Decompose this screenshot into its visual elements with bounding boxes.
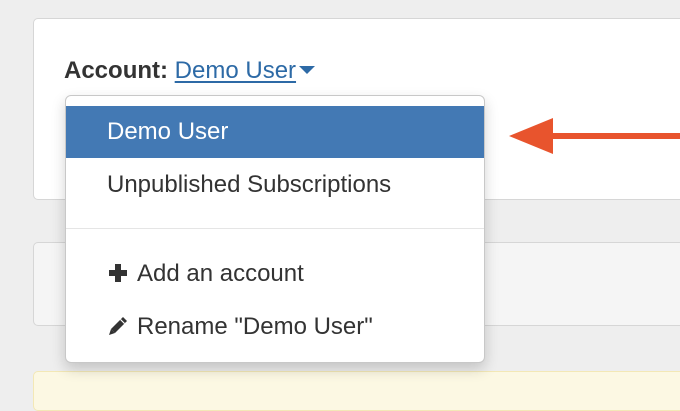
menu-item-demo-user[interactable]: Demo User	[66, 106, 484, 158]
alert-strip	[33, 371, 680, 411]
menu-item-label: Add an account	[137, 260, 304, 287]
account-dropdown-menu: Demo User Unpublished Subscriptions Add …	[65, 95, 485, 363]
caret-down-icon[interactable]	[299, 65, 316, 74]
menu-item-label: Demo User	[107, 118, 229, 145]
account-selector: Account: Demo User	[64, 56, 316, 86]
menu-item-add-account[interactable]: Add an account	[66, 248, 484, 300]
pointer-arrow-icon	[509, 118, 680, 154]
menu-item-label: Unpublished Subscriptions	[107, 171, 392, 198]
menu-item-unpublished-subscriptions[interactable]: Unpublished Subscriptions	[66, 159, 484, 211]
account-label: Account:	[64, 57, 168, 84]
pencil-icon	[107, 315, 129, 337]
account-dropdown-toggle[interactable]: Demo User	[175, 57, 296, 84]
account-current-name: Demo User	[174, 57, 297, 84]
plus-icon	[107, 262, 129, 284]
menu-item-rename-account[interactable]: Rename "Demo User"	[66, 301, 484, 353]
menu-item-label: Rename "Demo User"	[137, 313, 373, 340]
menu-divider	[66, 228, 484, 229]
